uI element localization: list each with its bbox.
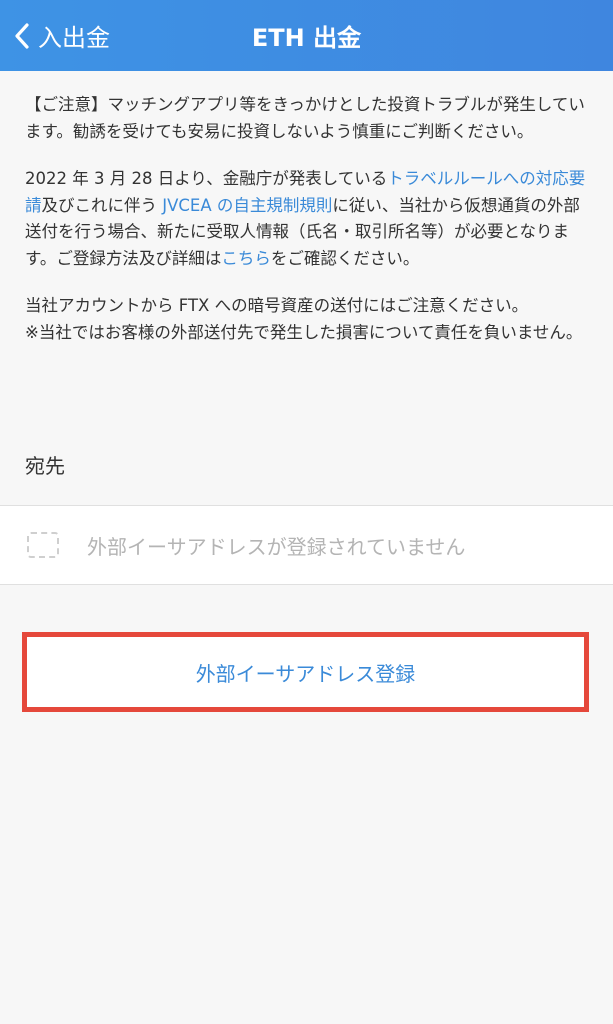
back-label: 入出金 [38,24,110,52]
page-title: ETH 出金 [251,24,362,52]
details-link[interactable]: こちら [221,249,271,268]
nav-header: 入出金 ETH 出金 [0,0,613,71]
destination-row: 外部イーサアドレスが登録されていません [0,505,613,585]
eth-withdraw-screen: 入出金 ETH 出金 【ご注意】マッチングアプリ等をきっかけとした投資トラブルが… [0,0,613,1024]
ftx-warning-line1: 当社アカウントから FTX への暗号資産の送付にはご注意ください。 [25,296,529,315]
destination-label: 宛先 [25,454,65,478]
travel-rule-text-4: をご確認ください。 [270,248,420,268]
address-checkbox-icon [27,532,59,558]
travel-rule-text-2: 及びこれに伴う [41,195,163,215]
liability-disclaimer: ※当社ではお客様の外部送付先で発生した損害について責任を負いません。 [25,322,583,342]
travel-rule-text-1: 2022 年 3 月 28 日より、金融庁が発表している [25,169,388,188]
jvcea-rules-link[interactable]: JVCEA の自主規制規則 [162,196,332,215]
back-button[interactable]: 入出金 [14,0,110,71]
no-address-text: 外部イーサアドレスが登録されていません [87,534,466,559]
ftx-warning-paragraph: 当社アカウントから FTX への暗号資産の送付にはご注意ください。 ※当社ではお客… [25,293,590,346]
travel-rule-paragraph: 2022 年 3 月 28 日より、金融庁が発表しているトラベルルールへの対応要… [25,166,590,272]
register-address-button[interactable]: 外部イーサアドレス登録 [22,632,589,712]
register-address-label: 外部イーサアドレス登録 [195,661,416,686]
notice-text: 【ご注意】マッチングアプリ等をきっかけとした投資トラブルが発生しています。勧誘を… [25,92,590,346]
scam-warning-text: 【ご注意】マッチングアプリ等をきっかけとした投資トラブルが発生しています。勧誘を… [25,95,585,141]
chevron-left-icon [15,22,29,49]
